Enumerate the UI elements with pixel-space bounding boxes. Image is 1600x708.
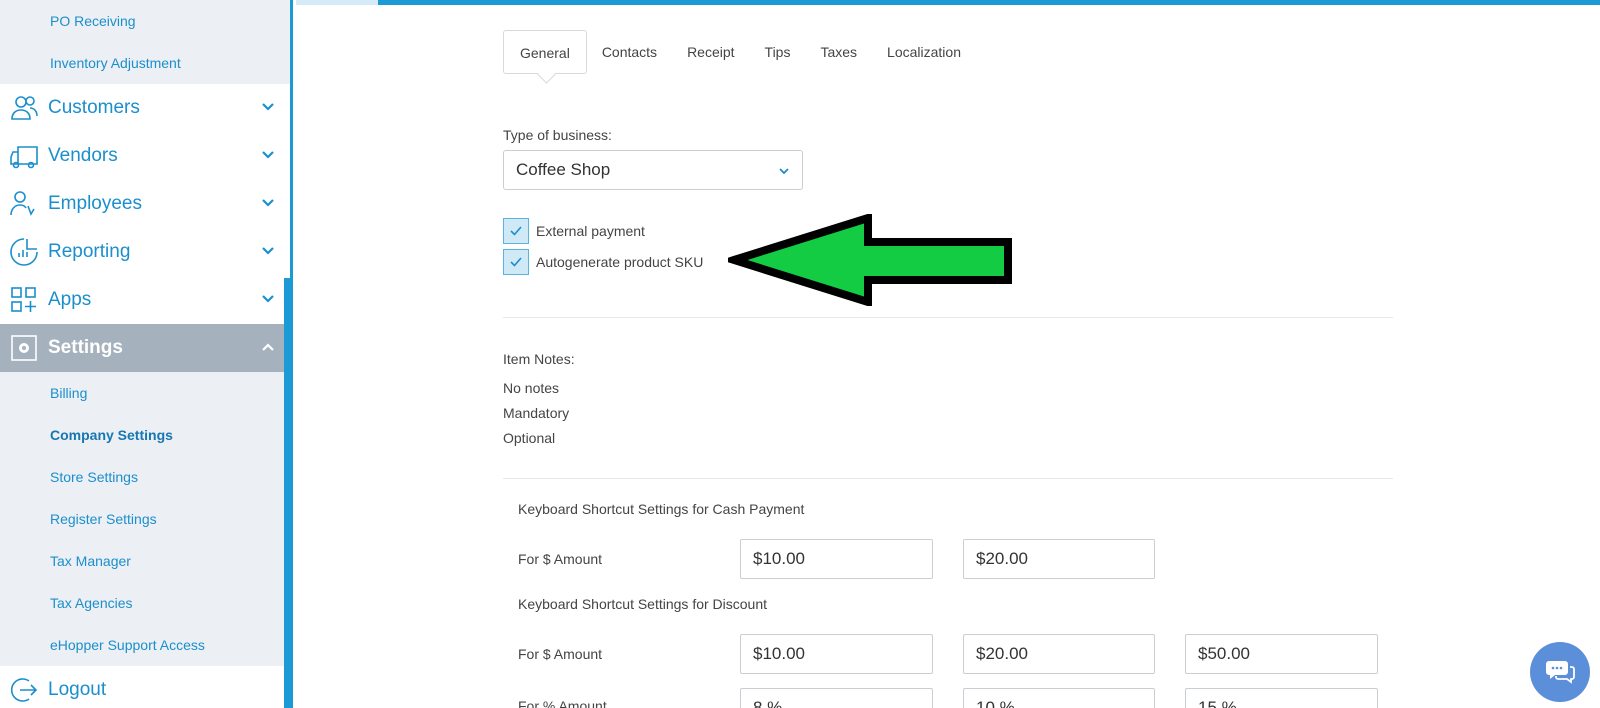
- logout-icon: [0, 666, 48, 708]
- gear-icon: [0, 324, 48, 372]
- sidebar-item-label: Employees: [48, 193, 142, 214]
- chevron-down-icon[interactable]: [260, 291, 276, 307]
- settings-tabs: General Contacts Receipt Tips Taxes Loca…: [503, 30, 976, 74]
- autogenerate-sku-checkbox[interactable]: [503, 249, 529, 275]
- sidebar-item-settings[interactable]: Settings: [0, 324, 290, 372]
- tab-receipt[interactable]: Receipt: [672, 30, 749, 74]
- chart-icon: [0, 228, 48, 276]
- sidebar-item-logout[interactable]: Logout: [0, 666, 290, 708]
- cash-shortcut-input-1[interactable]: $10.00: [740, 539, 933, 579]
- external-payment-checkbox[interactable]: [503, 218, 529, 244]
- discount-percent-input-1[interactable]: 8 %: [740, 688, 933, 708]
- chevron-down-icon[interactable]: [260, 147, 276, 163]
- sidebar-item-inventory-adjustment[interactable]: Inventory Adjustment: [0, 42, 290, 84]
- cash-shortcut-input-2[interactable]: $20.00: [963, 539, 1155, 579]
- sidebar-item-support-access[interactable]: eHopper Support Access: [0, 624, 290, 666]
- chevron-down-icon[interactable]: [260, 243, 276, 259]
- apps-grid-icon: [0, 276, 48, 324]
- chevron-down-icon[interactable]: [260, 99, 276, 115]
- chat-bubble-icon: [1546, 661, 1575, 684]
- sidebar: PO Receiving Inventory Adjustment Custom…: [0, 0, 293, 708]
- sidebar-item-vendors[interactable]: Vendors: [0, 132, 290, 180]
- item-notes-label: Item Notes:: [503, 351, 575, 367]
- sidebar-item-register-settings[interactable]: Register Settings: [0, 498, 290, 540]
- chevron-down-icon: [779, 168, 789, 175]
- tab-tips[interactable]: Tips: [750, 30, 806, 74]
- external-payment-row: External payment: [503, 218, 645, 244]
- item-notes-option-no-notes[interactable]: No notes: [503, 380, 559, 396]
- customers-icon: [0, 84, 48, 132]
- discount-percent-input-3[interactable]: 15 %: [1185, 688, 1378, 708]
- sidebar-item-billing[interactable]: Billing: [0, 372, 290, 414]
- sidebar-item-label: Settings: [48, 337, 123, 358]
- cash-dollar-label: For $ Amount: [518, 551, 603, 567]
- sidebar-item-label: Customers: [48, 97, 140, 118]
- inventory-submenu: PO Receiving Inventory Adjustment: [0, 0, 290, 84]
- discount-dollar-input-3[interactable]: $50.00: [1185, 634, 1378, 674]
- cash-shortcuts-title: Keyboard Shortcut Settings for Cash Paym…: [518, 501, 805, 517]
- discount-dollar-label: For $ Amount: [518, 646, 603, 662]
- discount-dollar-input-1[interactable]: $10.00: [740, 634, 933, 674]
- checkmark-icon: [510, 226, 522, 236]
- discount-percent-input-2[interactable]: 10 %: [963, 688, 1155, 708]
- sidebar-item-employees[interactable]: Employees: [0, 180, 290, 228]
- settings-submenu: Billing Company Settings Store Settings …: [0, 372, 290, 666]
- external-payment-label: External payment: [536, 223, 645, 239]
- section-divider: [503, 317, 1393, 318]
- truck-icon: [0, 132, 48, 180]
- business-type-value: Coffee Shop: [516, 160, 611, 179]
- sidebar-item-label: Logout: [48, 679, 107, 700]
- sidebar-item-po-receiving[interactable]: PO Receiving: [0, 0, 290, 42]
- discount-percent-label: For % Amount: [518, 698, 607, 708]
- tab-general[interactable]: General: [503, 30, 587, 74]
- employees-icon: [0, 180, 48, 228]
- sidebar-item-customers[interactable]: Customers: [0, 84, 290, 132]
- sidebar-item-tax-agencies[interactable]: Tax Agencies: [0, 582, 290, 624]
- autogenerate-sku-label: Autogenerate product SKU: [536, 254, 704, 270]
- sidebar-item-reporting[interactable]: Reporting: [0, 228, 290, 276]
- tab-contacts[interactable]: Contacts: [587, 30, 672, 74]
- sidebar-item-store-settings[interactable]: Store Settings: [0, 456, 290, 498]
- item-notes-option-mandatory[interactable]: Mandatory: [503, 405, 569, 421]
- checkmark-icon: [510, 257, 522, 267]
- green-arrow-annotation: [728, 214, 1012, 306]
- discount-shortcuts-title: Keyboard Shortcut Settings for Discount: [518, 596, 768, 612]
- business-type-select[interactable]: Coffee Shop: [503, 150, 803, 190]
- sidebar-item-apps[interactable]: Apps: [0, 276, 290, 324]
- sidebar-item-label: Apps: [48, 289, 92, 310]
- sidebar-scrollbar[interactable]: [284, 278, 290, 708]
- chevron-up-icon[interactable]: [260, 339, 276, 355]
- tab-taxes[interactable]: Taxes: [805, 30, 872, 74]
- autogenerate-sku-row: Autogenerate product SKU: [503, 249, 703, 275]
- business-type-label: Type of business:: [503, 127, 612, 143]
- section-divider: [503, 478, 1393, 479]
- tab-localization[interactable]: Localization: [872, 30, 976, 74]
- top-bar: [296, 0, 1600, 5]
- sidebar-item-tax-manager[interactable]: Tax Manager: [0, 540, 290, 582]
- item-notes-option-optional[interactable]: Optional: [503, 430, 555, 446]
- sidebar-item-label: Vendors: [48, 145, 118, 166]
- chat-button[interactable]: [1530, 642, 1590, 702]
- top-bar-highlight: [296, 0, 378, 5]
- chevron-down-icon[interactable]: [260, 195, 276, 211]
- sidebar-item-company-settings[interactable]: Company Settings: [0, 414, 290, 456]
- discount-dollar-input-2[interactable]: $20.00: [963, 634, 1155, 674]
- sidebar-item-label: Reporting: [48, 241, 131, 262]
